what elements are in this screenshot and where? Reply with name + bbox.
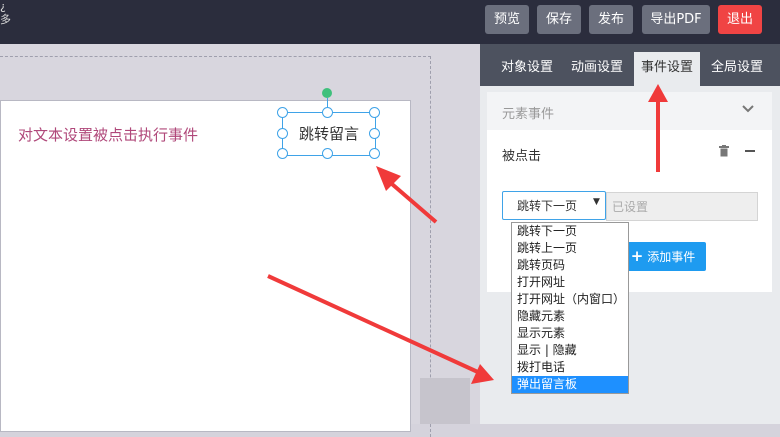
annotation-arrows — [267, 84, 668, 384]
arrow-to-selected-element — [383, 176, 438, 224]
arrow-to-dropdown-option — [267, 274, 481, 375]
arrow-head-2 — [648, 84, 668, 102]
arrow-head-3 — [471, 364, 494, 384]
